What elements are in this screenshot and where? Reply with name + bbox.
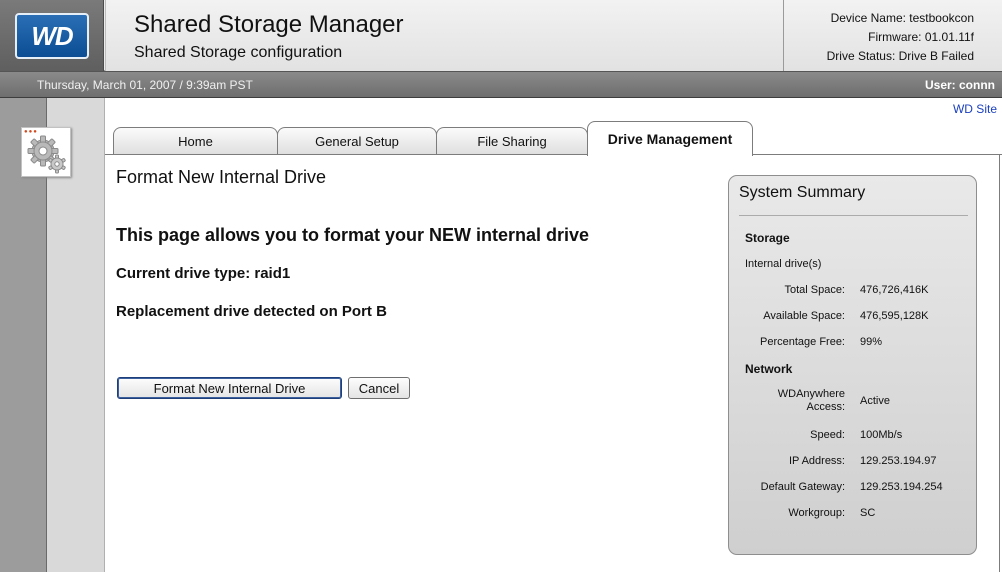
speed-label: Speed: — [810, 429, 845, 441]
percentage-free-label: Percentage Free: — [760, 336, 845, 348]
total-space-value: 476,726,416K — [860, 284, 929, 296]
format-drive-button[interactable]: Format New Internal Drive — [117, 377, 342, 399]
app-title: Shared Storage Manager — [134, 11, 404, 38]
date-time: Thursday, March 01, 2007 / 9:39am PST — [37, 78, 253, 92]
logo-area: WD — [0, 0, 104, 71]
intro-text: This page allows you to format your NEW … — [116, 225, 590, 245]
wd-site-link[interactable]: WD Site — [953, 102, 997, 116]
title-area: Shared Storage Manager Shared Storage co… — [105, 0, 783, 71]
network-heading: Network — [745, 362, 793, 376]
default-gateway-value: 129.253.194.254 — [860, 481, 943, 493]
tab-general-setup[interactable]: General Setup — [277, 127, 437, 155]
ip-address-label: IP Address: — [788, 455, 845, 467]
firmware-version: Firmware: 01.01.11f — [868, 30, 974, 44]
drive-status: Drive Status: Drive B Failed — [826, 49, 974, 63]
gear-graphic — [27, 135, 66, 174]
current-user: User: connn — [924, 78, 995, 92]
summary-divider — [739, 215, 968, 216]
app-header: WD Shared Storage Manager Shared Storage… — [0, 0, 1002, 71]
available-space-label: Available Space: — [763, 310, 845, 322]
default-gateway-label: Default Gateway: — [760, 481, 845, 493]
tab-file-sharing[interactable]: File Sharing — [436, 127, 588, 155]
wdanywhere-label-line1: WDAnywhere — [777, 388, 845, 400]
app-subtitle: Shared Storage configuration — [134, 44, 343, 61]
percentage-free-value: 99% — [860, 336, 883, 348]
device-name: Device Name: testbookcon — [830, 11, 974, 25]
window-dots-icon: ●●● — [24, 129, 38, 135]
cancel-button[interactable]: Cancel — [348, 377, 410, 399]
wdanywhere-label: WDAnywhere Access: — [778, 388, 845, 414]
device-info: Device Name: testbookcon Firmware: 01.01… — [783, 0, 1002, 71]
wdanywhere-label-line2: Access: — [806, 401, 845, 413]
summary-title: System Summary — [739, 184, 866, 201]
replacement-text: Replacement drive detected on Port B — [116, 303, 387, 320]
tab-home[interactable]: Home — [113, 127, 278, 155]
tab-baseline — [105, 154, 1002, 155]
status-bar: Thursday, March 01, 2007 / 9:39am PST Us… — [0, 71, 1002, 98]
internal-drives-label: Internal drive(s) — [745, 258, 822, 270]
system-summary-panel: System Summary Storage Internal drive(s)… — [728, 175, 977, 555]
available-space-value: 476,595,128K — [860, 310, 929, 322]
ip-address-value: 129.253.194.97 — [860, 455, 937, 467]
logo-text: WD — [31, 20, 73, 51]
gear-icon[interactable]: ●●● — [21, 127, 71, 177]
speed-value: 100Mb/s — [860, 429, 903, 441]
wd-logo: WD — [15, 13, 89, 59]
drive-type-text: Current drive type: raid1 — [116, 265, 291, 282]
total-space-label: Total Space: — [784, 284, 845, 296]
workgroup-label: Workgroup: — [788, 507, 845, 519]
tab-drive-management[interactable]: Drive Management — [587, 121, 753, 156]
storage-heading: Storage — [745, 231, 790, 245]
workgroup-value: SC — [860, 507, 876, 519]
wdanywhere-value: Active — [860, 395, 890, 407]
content-border — [999, 154, 1000, 572]
page-title: Format New Internal Drive — [116, 167, 327, 187]
